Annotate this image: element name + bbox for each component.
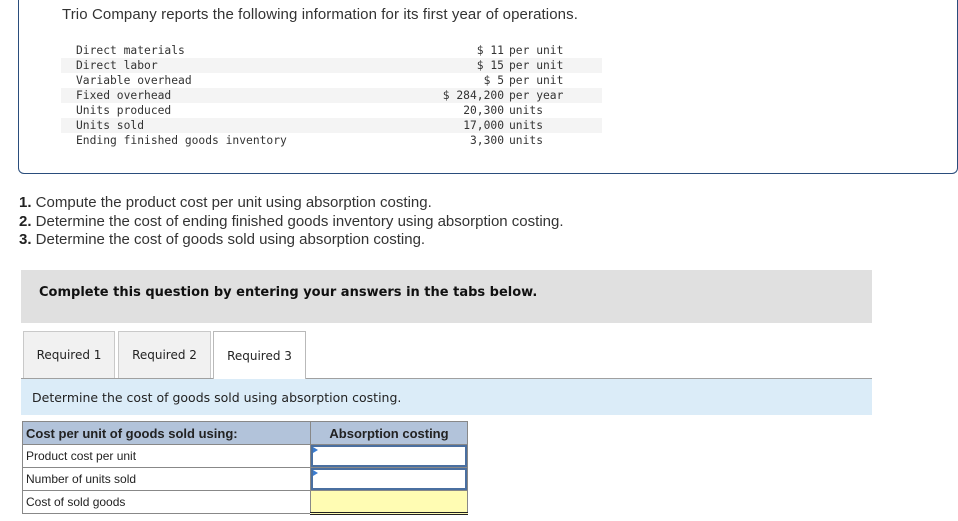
instruction-bar: Complete this question by entering your … xyxy=(21,270,872,323)
tab-required-3[interactable]: Required 3 xyxy=(213,331,306,379)
units-sold-input[interactable] xyxy=(311,468,467,490)
data-label: Units produced xyxy=(76,104,172,117)
panel-description: Determine the cost of goods sold using a… xyxy=(21,378,872,415)
data-label: Units sold xyxy=(76,119,145,132)
data-amount: $ 284,200 xyxy=(442,89,504,102)
header-left: Cost per unit of goods sold using: xyxy=(22,421,311,445)
data-label: Direct materials xyxy=(76,44,185,57)
question-item: 2. Determine the cost of ending finished… xyxy=(19,212,564,230)
data-label: Direct labor xyxy=(76,59,158,72)
data-row: Fixed overhead $ 284,200 per year xyxy=(61,88,602,103)
tab-required-2[interactable]: Required 2 xyxy=(118,331,211,378)
data-amount: 20,300 xyxy=(463,104,504,117)
input-cell xyxy=(310,444,468,468)
data-amount: 17,000 xyxy=(463,119,504,132)
cost-of-sold-goods-value xyxy=(310,490,468,515)
data-row: Direct materials $ 11 per unit xyxy=(61,43,602,58)
data-label: Variable overhead xyxy=(76,74,192,87)
answer-row: Cost of sold goods xyxy=(22,490,468,515)
row-label: Number of units sold xyxy=(22,467,311,491)
data-amount: $ 5 xyxy=(483,74,504,87)
data-row: Variable overhead $ 5 per unit xyxy=(61,73,602,88)
input-cell xyxy=(310,467,468,491)
data-amount: $ 15 xyxy=(476,59,504,72)
tab-required-1[interactable]: Required 1 xyxy=(23,331,115,378)
data-unit: per unit xyxy=(509,74,564,87)
data-row: Units sold 17,000 units xyxy=(61,118,602,133)
problem-intro: Trio Company reports the following infor… xyxy=(62,6,578,23)
question-list: 1. Compute the product cost per unit usi… xyxy=(19,194,564,250)
question-item: 1. Compute the product cost per unit usi… xyxy=(19,194,432,211)
data-amount: $ 11 xyxy=(476,44,504,57)
input-flag-icon xyxy=(313,470,318,476)
answer-table-header: Cost per unit of goods sold using: Absor… xyxy=(22,421,468,445)
data-label: Ending finished goods inventory xyxy=(76,134,287,147)
problem-data-table: Direct materials $ 11 per unit Direct la… xyxy=(61,43,602,148)
data-label: Fixed overhead xyxy=(76,89,172,102)
answer-row: Product cost per unit xyxy=(22,444,468,468)
data-row: Units produced 20,300 units xyxy=(61,103,602,118)
header-right: Absorption costing xyxy=(310,421,468,445)
panel-description-text: Determine the cost of goods sold using a… xyxy=(32,390,402,405)
data-unit: per year xyxy=(509,89,564,102)
data-unit: units xyxy=(509,134,544,147)
data-amount: 3,300 xyxy=(469,134,504,147)
row-label: Product cost per unit xyxy=(22,444,311,468)
question-item: 3. Determine the cost of goods sold usin… xyxy=(19,231,426,248)
product-cost-per-unit-input[interactable] xyxy=(311,445,467,467)
answer-row: Number of units sold xyxy=(22,467,468,491)
input-flag-icon xyxy=(313,447,318,453)
data-unit: per unit xyxy=(509,59,564,72)
answer-table: Cost per unit of goods sold using: Absor… xyxy=(22,421,468,515)
instruction-text: Complete this question by entering your … xyxy=(39,285,538,300)
data-row: Direct labor $ 15 per unit xyxy=(61,58,602,73)
data-unit: units xyxy=(509,104,544,117)
data-unit: per unit xyxy=(509,44,564,57)
row-label: Cost of sold goods xyxy=(22,490,311,514)
data-unit: units xyxy=(509,119,544,132)
data-row: Ending finished goods inventory 3,300 un… xyxy=(61,133,602,148)
